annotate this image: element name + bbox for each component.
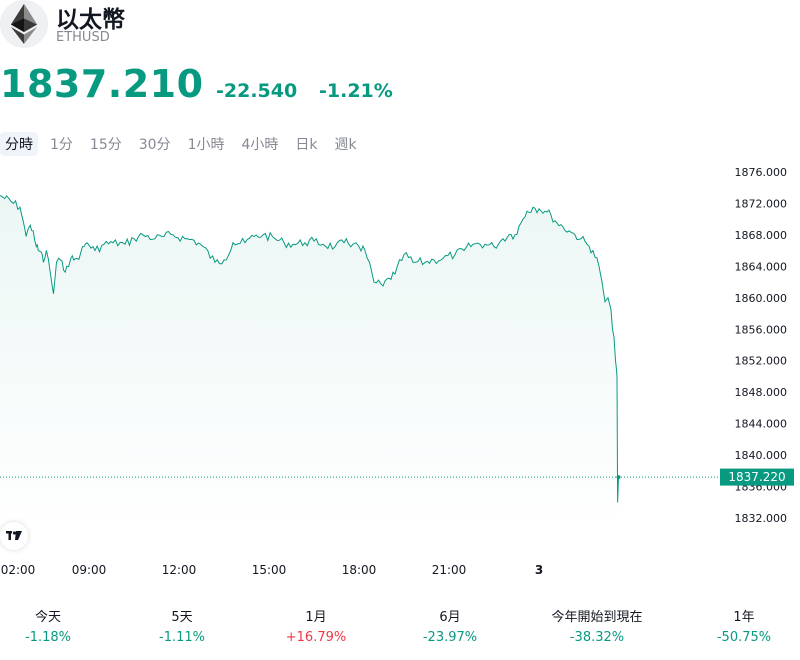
tradingview-logo-icon[interactable] bbox=[0, 522, 28, 550]
x-tick-label: 3 bbox=[535, 563, 543, 577]
y-tick-label: 1844.000 bbox=[735, 418, 788, 431]
tab-3[interactable]: 30分 bbox=[134, 132, 176, 156]
performance-item: 今年開始到現在 -38.32% bbox=[537, 608, 657, 648]
performance-item: 1月 +16.79% bbox=[256, 608, 376, 648]
asset-symbol: ETHUSD bbox=[56, 30, 110, 45]
performance-label: 今天 bbox=[34, 610, 61, 625]
y-tick-label: 1856.000 bbox=[735, 323, 788, 336]
tab-4[interactable]: 1小時 bbox=[183, 132, 230, 156]
tab-6[interactable]: 日k bbox=[290, 132, 322, 156]
performance-summary: 今天 -1.18% 5天 -1.11% 1月 +16.79% 6月 -23.97% 今年開始到現… bbox=[0, 608, 800, 658]
tab-7[interactable]: 週k bbox=[330, 132, 362, 156]
performance-value: -38.32% bbox=[569, 630, 625, 645]
tab-1[interactable]: 1分 bbox=[45, 132, 78, 156]
header: 以太幣 ETHUSD bbox=[0, 0, 800, 50]
performance-value: +16.79% bbox=[285, 630, 347, 645]
tab-0[interactable]: 分時 bbox=[0, 132, 38, 156]
y-tick-label: 1852.000 bbox=[735, 355, 788, 368]
y-tick-label: 1860.000 bbox=[735, 292, 788, 305]
price-area-fill bbox=[0, 195, 619, 530]
performance-item: 6月 -23.97% bbox=[390, 608, 510, 648]
price-change: -22.540 bbox=[216, 80, 298, 102]
ethereum-icon bbox=[0, 0, 48, 48]
performance-value: -23.97% bbox=[422, 630, 478, 645]
timeframe-tabs: 分時 1分 15分 30分 1小時 4小時 日k 週k bbox=[0, 132, 369, 156]
performance-item: 1年 -50.75% bbox=[684, 608, 800, 648]
performance-label: 今年開始到現在 bbox=[551, 610, 643, 625]
performance-label: 1年 bbox=[733, 610, 755, 625]
performance-value: -1.11% bbox=[159, 630, 205, 645]
performance-label: 6月 bbox=[439, 610, 461, 625]
price-chart-svg[interactable]: 1876.000 1872.000 1868.000 1864.000 1860.000… bbox=[0, 160, 800, 590]
y-tick-label: 1848.000 bbox=[735, 386, 788, 399]
performance-label: 1月 bbox=[305, 610, 327, 625]
x-tick-label: 18:00 bbox=[342, 563, 377, 577]
asset-name: 以太幣 bbox=[56, 7, 125, 33]
current-price: 1837.210 bbox=[0, 62, 204, 106]
performance-value: -1.18% bbox=[25, 630, 71, 645]
performance-value: -50.75% bbox=[716, 630, 772, 645]
performance-item: 5天 -1.11% bbox=[122, 608, 242, 648]
quote-row: 1837.210 -22.540 -1.21% bbox=[0, 62, 800, 112]
current-price-dot bbox=[616, 475, 621, 480]
x-tick-label: 09:00 bbox=[72, 563, 107, 577]
y-tick-label: 1876.000 bbox=[735, 166, 788, 179]
x-tick-label: 15:00 bbox=[252, 563, 287, 577]
current-price-badge-label: 1837.220 bbox=[728, 470, 785, 484]
performance-label: 5天 bbox=[171, 610, 193, 625]
y-tick-label: 1864.000 bbox=[735, 260, 788, 273]
y-tick-label: 1832.000 bbox=[735, 512, 788, 525]
tab-5[interactable]: 4小時 bbox=[237, 132, 284, 156]
y-tick-label: 1872.000 bbox=[735, 197, 788, 210]
x-tick-label: 12:00 bbox=[162, 563, 197, 577]
x-tick-label: 02:00 bbox=[1, 563, 36, 577]
x-tick-label: 21:00 bbox=[432, 563, 467, 577]
price-change-percent: -1.21% bbox=[319, 80, 393, 102]
price-chart[interactable]: 1876.000 1872.000 1868.000 1864.000 1860.000… bbox=[0, 160, 800, 590]
y-tick-label: 1840.000 bbox=[735, 449, 788, 462]
y-tick-label: 1868.000 bbox=[735, 229, 788, 242]
performance-item: 今天 -1.18% bbox=[0, 608, 108, 648]
tab-2[interactable]: 15分 bbox=[85, 132, 127, 156]
